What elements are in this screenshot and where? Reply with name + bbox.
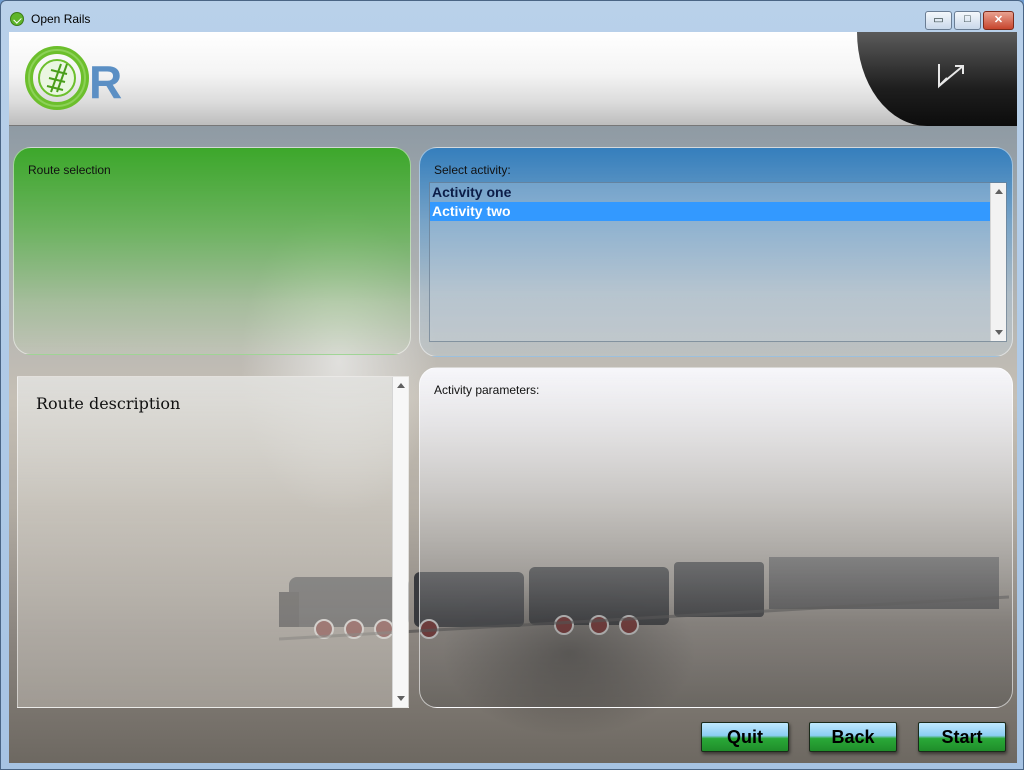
minimize-button[interactable]: ▭: [925, 11, 952, 30]
route-selection-label: Route selection: [28, 163, 111, 177]
close-button[interactable]: ✕: [983, 11, 1014, 30]
maximize-icon: □: [964, 13, 971, 25]
activity-parameters-label: Activity parameters:: [434, 383, 540, 397]
route-selection-panel[interactable]: Route selection: [13, 147, 411, 355]
client-area: R Route selection Select activity: Activ…: [9, 32, 1017, 763]
open-rails-app-icon: [10, 12, 24, 26]
minimize-icon: ▭: [933, 14, 944, 26]
scroll-up-arrow-icon[interactable]: [397, 383, 405, 388]
select-activity-label: Select activity:: [434, 163, 511, 177]
activity-parameters-panel: Activity parameters:: [419, 367, 1013, 708]
open-rails-logo: R: [25, 46, 122, 110]
start-button[interactable]: Start: [918, 722, 1006, 752]
activity-list-item[interactable]: Activity one: [430, 183, 990, 202]
title-bar[interactable]: Open Rails ▭ □ ✕: [1, 1, 1023, 31]
close-icon: ✕: [993, 14, 1004, 26]
scroll-down-arrow-icon[interactable]: [397, 696, 405, 701]
select-activity-panel: Select activity: Activity one Activity t…: [419, 147, 1013, 357]
maximize-button[interactable]: □: [954, 11, 981, 30]
back-button[interactable]: Back: [809, 722, 897, 752]
window-size-toggle-icon[interactable]: [933, 60, 973, 90]
activity-list-item-selected[interactable]: Activity two: [430, 202, 990, 221]
window-title: Open Rails: [31, 12, 91, 26]
scroll-down-arrow-icon[interactable]: [995, 330, 1003, 335]
header-banner: R: [9, 32, 1017, 126]
header-dark-corner: [857, 32, 1017, 126]
quit-button[interactable]: Quit: [701, 722, 789, 752]
window-controls: ▭ □ ✕: [925, 11, 1014, 30]
logo-letter: R: [89, 56, 122, 108]
route-description-scrollbar[interactable]: [392, 377, 408, 707]
app-window: Open Rails ▭ □ ✕ R Route selection Selec…: [0, 0, 1024, 770]
route-description-panel: Route description: [17, 376, 409, 708]
activity-listbox[interactable]: Activity one Activity two: [429, 182, 1007, 342]
scroll-up-arrow-icon[interactable]: [995, 189, 1003, 194]
activity-list-scrollbar[interactable]: [990, 183, 1006, 341]
route-description-title: Route description: [36, 394, 181, 413]
